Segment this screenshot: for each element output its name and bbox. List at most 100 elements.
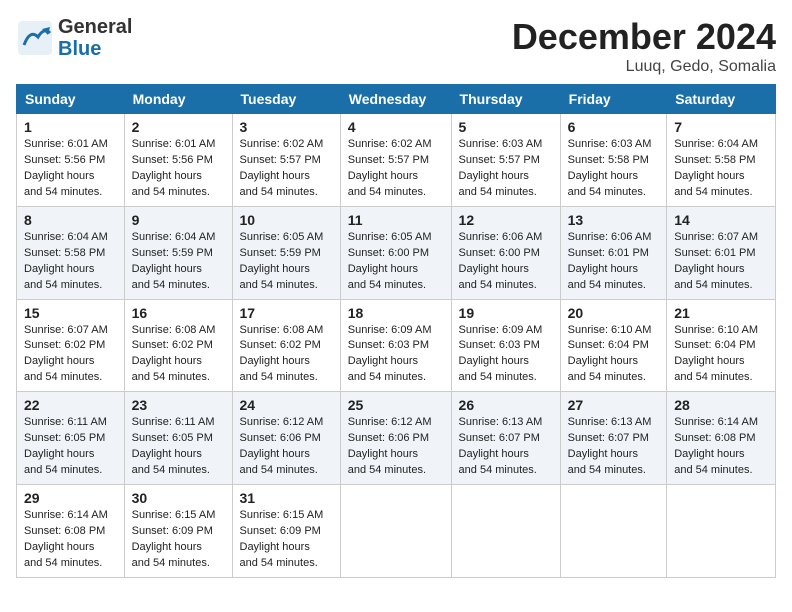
day-number: 21 [674, 305, 768, 321]
day-info: Sunrise: 6:02 AM Sunset: 5:57 PM Dayligh… [348, 137, 444, 201]
day-number: 17 [240, 305, 333, 321]
day-info: Sunrise: 6:09 AM Sunset: 6:03 PM Dayligh… [348, 323, 444, 387]
col-header-thursday: Thursday [451, 85, 560, 114]
day-number: 4 [348, 119, 444, 135]
calendar-cell: 5 Sunrise: 6:03 AM Sunset: 5:57 PM Dayli… [451, 114, 560, 207]
logo-icon [16, 19, 54, 57]
calendar-cell: 10 Sunrise: 6:05 AM Sunset: 5:59 PM Dayl… [232, 206, 340, 299]
calendar-cell: 2 Sunrise: 6:01 AM Sunset: 5:56 PM Dayli… [124, 114, 232, 207]
day-number: 20 [568, 305, 660, 321]
day-number: 13 [568, 212, 660, 228]
day-info: Sunrise: 6:05 AM Sunset: 5:59 PM Dayligh… [240, 230, 333, 294]
day-info: Sunrise: 6:05 AM Sunset: 6:00 PM Dayligh… [348, 230, 444, 294]
calendar-cell: 15 Sunrise: 6:07 AM Sunset: 6:02 PM Dayl… [17, 299, 125, 392]
day-info: Sunrise: 6:01 AM Sunset: 5:56 PM Dayligh… [132, 137, 225, 201]
day-info: Sunrise: 6:15 AM Sunset: 6:09 PM Dayligh… [240, 508, 333, 572]
day-number: 7 [674, 119, 768, 135]
logo-general: General [58, 16, 132, 38]
day-number: 1 [24, 119, 117, 135]
col-header-saturday: Saturday [667, 85, 776, 114]
calendar-cell: 14 Sunrise: 6:07 AM Sunset: 6:01 PM Dayl… [667, 206, 776, 299]
day-number: 29 [24, 490, 117, 506]
calendar-cell: 22 Sunrise: 6:11 AM Sunset: 6:05 PM Dayl… [17, 392, 125, 485]
calendar-cell: 9 Sunrise: 6:04 AM Sunset: 5:59 PM Dayli… [124, 206, 232, 299]
calendar-cell: 26 Sunrise: 6:13 AM Sunset: 6:07 PM Dayl… [451, 392, 560, 485]
day-info: Sunrise: 6:09 AM Sunset: 6:03 PM Dayligh… [459, 323, 553, 387]
day-info: Sunrise: 6:12 AM Sunset: 6:06 PM Dayligh… [348, 415, 444, 479]
day-number: 24 [240, 397, 333, 413]
calendar-cell: 28 Sunrise: 6:14 AM Sunset: 6:08 PM Dayl… [667, 392, 776, 485]
day-info: Sunrise: 6:11 AM Sunset: 6:05 PM Dayligh… [24, 415, 117, 479]
day-info: Sunrise: 6:07 AM Sunset: 6:02 PM Dayligh… [24, 323, 117, 387]
calendar-cell: 25 Sunrise: 6:12 AM Sunset: 6:06 PM Dayl… [340, 392, 451, 485]
calendar-cell [667, 485, 776, 578]
calendar-cell [340, 485, 451, 578]
calendar-week-1: 1 Sunrise: 6:01 AM Sunset: 5:56 PM Dayli… [17, 114, 776, 207]
day-number: 19 [459, 305, 553, 321]
day-info: Sunrise: 6:07 AM Sunset: 6:01 PM Dayligh… [674, 230, 768, 294]
calendar-cell: 4 Sunrise: 6:02 AM Sunset: 5:57 PM Dayli… [340, 114, 451, 207]
day-number: 22 [24, 397, 117, 413]
calendar-cell: 12 Sunrise: 6:06 AM Sunset: 6:00 PM Dayl… [451, 206, 560, 299]
day-info: Sunrise: 6:11 AM Sunset: 6:05 PM Dayligh… [132, 415, 225, 479]
day-number: 28 [674, 397, 768, 413]
col-header-sunday: Sunday [17, 85, 125, 114]
day-number: 6 [568, 119, 660, 135]
day-info: Sunrise: 6:02 AM Sunset: 5:57 PM Dayligh… [240, 137, 333, 201]
calendar-cell: 16 Sunrise: 6:08 AM Sunset: 6:02 PM Dayl… [124, 299, 232, 392]
calendar-week-2: 8 Sunrise: 6:04 AM Sunset: 5:58 PM Dayli… [17, 206, 776, 299]
calendar-cell: 21 Sunrise: 6:10 AM Sunset: 6:04 PM Dayl… [667, 299, 776, 392]
calendar-cell: 24 Sunrise: 6:12 AM Sunset: 6:06 PM Dayl… [232, 392, 340, 485]
day-number: 25 [348, 397, 444, 413]
calendar-cell: 13 Sunrise: 6:06 AM Sunset: 6:01 PM Dayl… [560, 206, 667, 299]
calendar-week-3: 15 Sunrise: 6:07 AM Sunset: 6:02 PM Dayl… [17, 299, 776, 392]
day-number: 11 [348, 212, 444, 228]
day-number: 26 [459, 397, 553, 413]
day-info: Sunrise: 6:08 AM Sunset: 6:02 PM Dayligh… [132, 323, 225, 387]
col-header-friday: Friday [560, 85, 667, 114]
col-header-tuesday: Tuesday [232, 85, 340, 114]
day-number: 30 [132, 490, 225, 506]
location: Luuq, Gedo, Somalia [512, 58, 776, 76]
calendar-week-5: 29 Sunrise: 6:14 AM Sunset: 6:08 PM Dayl… [17, 485, 776, 578]
calendar-table: SundayMondayTuesdayWednesdayThursdayFrid… [16, 84, 776, 578]
day-number: 5 [459, 119, 553, 135]
day-info: Sunrise: 6:03 AM Sunset: 5:58 PM Dayligh… [568, 137, 660, 201]
day-info: Sunrise: 6:03 AM Sunset: 5:57 PM Dayligh… [459, 137, 553, 201]
calendar-cell: 19 Sunrise: 6:09 AM Sunset: 6:03 PM Dayl… [451, 299, 560, 392]
calendar-cell: 7 Sunrise: 6:04 AM Sunset: 5:58 PM Dayli… [667, 114, 776, 207]
calendar-cell: 31 Sunrise: 6:15 AM Sunset: 6:09 PM Dayl… [232, 485, 340, 578]
day-number: 23 [132, 397, 225, 413]
day-info: Sunrise: 6:14 AM Sunset: 6:08 PM Dayligh… [674, 415, 768, 479]
day-info: Sunrise: 6:15 AM Sunset: 6:09 PM Dayligh… [132, 508, 225, 572]
day-number: 14 [674, 212, 768, 228]
day-info: Sunrise: 6:08 AM Sunset: 6:02 PM Dayligh… [240, 323, 333, 387]
day-info: Sunrise: 6:10 AM Sunset: 6:04 PM Dayligh… [674, 323, 768, 387]
day-number: 31 [240, 490, 333, 506]
title-area: December 2024 Luuq, Gedo, Somalia [512, 16, 776, 76]
day-number: 27 [568, 397, 660, 413]
day-info: Sunrise: 6:12 AM Sunset: 6:06 PM Dayligh… [240, 415, 333, 479]
day-number: 12 [459, 212, 553, 228]
day-info: Sunrise: 6:13 AM Sunset: 6:07 PM Dayligh… [459, 415, 553, 479]
day-info: Sunrise: 6:06 AM Sunset: 6:00 PM Dayligh… [459, 230, 553, 294]
col-header-monday: Monday [124, 85, 232, 114]
day-info: Sunrise: 6:06 AM Sunset: 6:01 PM Dayligh… [568, 230, 660, 294]
calendar-cell: 18 Sunrise: 6:09 AM Sunset: 6:03 PM Dayl… [340, 299, 451, 392]
calendar-cell: 1 Sunrise: 6:01 AM Sunset: 5:56 PM Dayli… [17, 114, 125, 207]
day-info: Sunrise: 6:10 AM Sunset: 6:04 PM Dayligh… [568, 323, 660, 387]
calendar-cell: 6 Sunrise: 6:03 AM Sunset: 5:58 PM Dayli… [560, 114, 667, 207]
day-number: 16 [132, 305, 225, 321]
day-info: Sunrise: 6:04 AM Sunset: 5:58 PM Dayligh… [674, 137, 768, 201]
day-number: 3 [240, 119, 333, 135]
month-title: December 2024 [512, 16, 776, 58]
calendar-cell: 23 Sunrise: 6:11 AM Sunset: 6:05 PM Dayl… [124, 392, 232, 485]
day-number: 2 [132, 119, 225, 135]
day-info: Sunrise: 6:14 AM Sunset: 6:08 PM Dayligh… [24, 508, 117, 572]
calendar-cell: 30 Sunrise: 6:15 AM Sunset: 6:09 PM Dayl… [124, 485, 232, 578]
calendar-cell: 27 Sunrise: 6:13 AM Sunset: 6:07 PM Dayl… [560, 392, 667, 485]
day-number: 9 [132, 212, 225, 228]
calendar-cell: 11 Sunrise: 6:05 AM Sunset: 6:00 PM Dayl… [340, 206, 451, 299]
col-header-wednesday: Wednesday [340, 85, 451, 114]
calendar-cell: 8 Sunrise: 6:04 AM Sunset: 5:58 PM Dayli… [17, 206, 125, 299]
